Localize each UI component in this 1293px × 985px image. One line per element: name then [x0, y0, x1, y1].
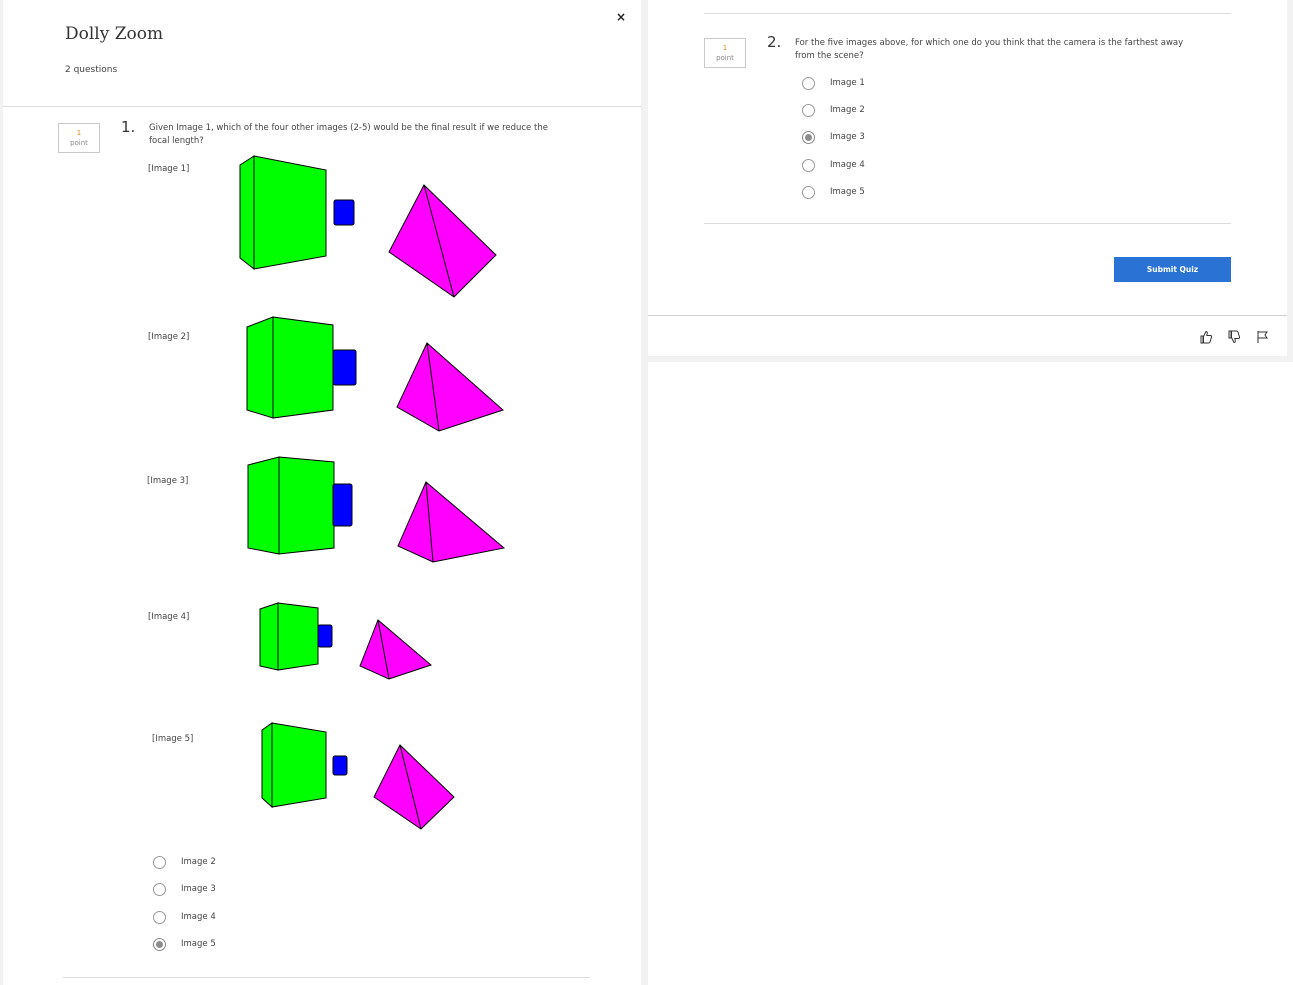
- q1-points-unit: point: [70, 139, 88, 147]
- close-icon[interactable]: ×: [616, 10, 626, 24]
- q1-points-badge: 1 point: [58, 123, 100, 153]
- q2-bottom-divider: [704, 223, 1231, 224]
- quiz-title: Dolly Zoom: [65, 24, 164, 44]
- empty-area: [648, 362, 1293, 985]
- q1-image-label: [Image 1]: [148, 164, 190, 174]
- scene-image-5: [261, 722, 455, 830]
- q2-text: For the five images above, for which one…: [795, 38, 1184, 61]
- q1-image-label: [Image 3]: [147, 476, 189, 486]
- q1-image-label: [Image 4]: [148, 612, 190, 622]
- footer-divider: [648, 315, 1287, 316]
- thumbs-up-icon[interactable]: [1199, 329, 1213, 344]
- radio-button[interactable]: [153, 856, 166, 869]
- radio-button[interactable]: [802, 186, 815, 199]
- option-label: Image 3: [830, 132, 865, 142]
- option-label: Image 1: [830, 78, 865, 88]
- q1-bottom-divider: [63, 977, 590, 978]
- q2-number: 2.: [767, 33, 782, 51]
- q2-points-badge: 1 point: [704, 38, 746, 68]
- flag-icon[interactable]: [1256, 329, 1270, 343]
- radio-button[interactable]: [802, 104, 815, 117]
- option-label: Image 2: [830, 105, 865, 115]
- q2-points-unit: point: [716, 54, 734, 62]
- submit-quiz-button[interactable]: Submit Quiz: [1114, 257, 1231, 282]
- option-label: Image 3: [181, 884, 216, 894]
- radio-button-selected[interactable]: [802, 131, 815, 144]
- option-label: Image 5: [181, 939, 216, 949]
- radio-button-selected[interactable]: [153, 938, 166, 951]
- option-label: Image 5: [830, 187, 865, 197]
- header-divider: [3, 106, 641, 107]
- q1-image-label: [Image 2]: [148, 332, 190, 342]
- q1-points-value: 1: [76, 129, 82, 137]
- thumbs-down-icon[interactable]: [1227, 329, 1241, 344]
- radio-button[interactable]: [153, 883, 166, 896]
- option-label: Image 2: [181, 857, 216, 867]
- radio-button[interactable]: [153, 911, 166, 924]
- radio-button[interactable]: [802, 77, 815, 90]
- q1-text: Given Image 1, which of the four other i…: [149, 123, 548, 146]
- q1-number: 1.: [121, 118, 136, 136]
- q1-image-label: [Image 5]: [152, 734, 194, 744]
- q2-points-value: 1: [722, 44, 728, 52]
- option-label: Image 4: [181, 912, 216, 922]
- quiz-question-count: 2 questions: [65, 65, 118, 75]
- option-label: Image 4: [830, 160, 865, 170]
- radio-button[interactable]: [802, 159, 815, 172]
- q2-top-divider: [704, 13, 1231, 14]
